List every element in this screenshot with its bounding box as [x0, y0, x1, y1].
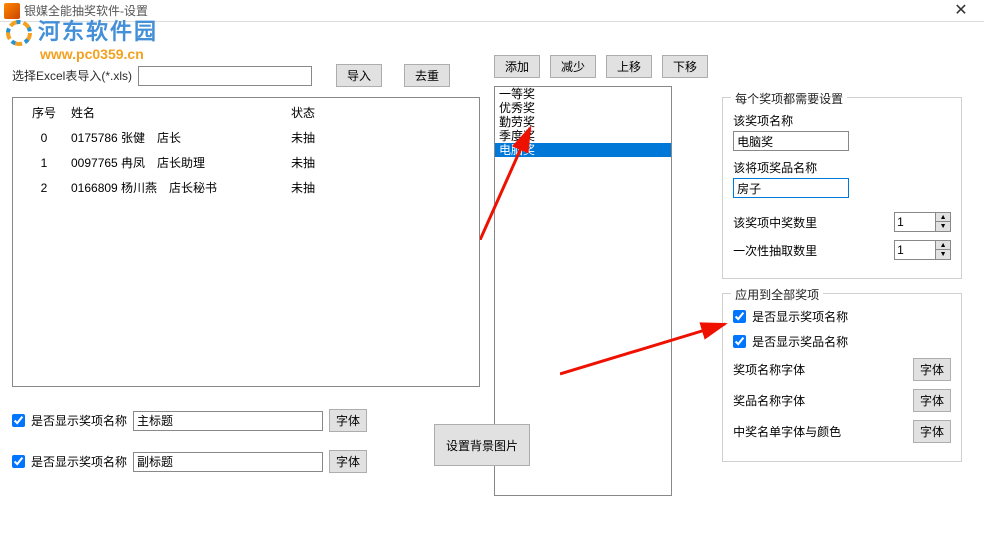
move-down-button[interactable]: 下移 [662, 55, 708, 78]
list-item[interactable]: 电脑奖 [495, 143, 671, 157]
winner-font-label: 中奖名单字体与颜色 [733, 423, 841, 440]
apply-show-prize-name-check[interactable] [733, 310, 746, 323]
winner-font-button[interactable]: 字体 [913, 420, 951, 443]
move-up-button[interactable]: 上移 [606, 55, 652, 78]
per-draw-spinner[interactable]: ▲▼ [894, 240, 951, 260]
table-row[interactable]: 00175786 张健 店长未抽 [19, 125, 473, 150]
prize-name-font-button[interactable]: 字体 [913, 358, 951, 381]
th-name: 姓名 [69, 100, 289, 125]
table-row[interactable]: 20166809 杨川燕 店长秘书未抽 [19, 175, 473, 200]
prize-settings-group: 每个奖项都需要设置 该奖项名称 该将项奖品名称 该奖项中奖数里 ▲▼ 一次性抽取… [722, 97, 962, 279]
th-status: 状态 [289, 100, 473, 125]
table-row[interactable]: 10097765 冉凤 店长助理未抽 [19, 150, 473, 175]
font-button-sub[interactable]: 字体 [329, 450, 367, 473]
list-item[interactable]: 季度奖 [495, 129, 671, 143]
apply-all-legend: 应用到全部奖项 [731, 286, 823, 303]
list-item[interactable]: 优秀奖 [495, 101, 671, 115]
spin-up-icon[interactable]: ▲ [936, 213, 950, 222]
import-label: 选择Excel表导入(*.xls) [12, 67, 132, 84]
spin-up-icon[interactable]: ▲ [936, 241, 950, 250]
item-name-font-button[interactable]: 字体 [913, 389, 951, 412]
sub-title-input[interactable] [133, 452, 323, 472]
apply-show-item-name-label: 是否显示奖品名称 [752, 333, 848, 350]
import-button[interactable]: 导入 [336, 64, 382, 87]
dedup-button[interactable]: 去重 [404, 64, 450, 87]
window-title: 银媒全能抽奖软件-设置 [24, 2, 942, 19]
prize-name-input[interactable] [733, 131, 849, 151]
show-prize-name-label-2: 是否显示奖项名称 [31, 453, 127, 470]
per-draw-label: 一次性抽取数里 [733, 242, 817, 259]
close-button[interactable]: ✕ [942, 0, 980, 22]
prize-name-label: 该奖项名称 [733, 112, 951, 129]
spin-down-icon[interactable]: ▼ [936, 222, 950, 231]
titlebar: 银媒全能抽奖软件-设置 ✕ [0, 0, 984, 22]
font-button-main[interactable]: 字体 [329, 409, 367, 432]
prize-settings-legend: 每个奖项都需要设置 [731, 90, 847, 107]
item-name-font-label: 奖品名称字体 [733, 392, 805, 409]
spin-down-icon[interactable]: ▼ [936, 250, 950, 259]
list-item[interactable]: 一等奖 [495, 87, 671, 101]
prize-item-input[interactable] [733, 178, 849, 198]
th-no: 序号 [19, 100, 69, 125]
show-prize-name-label-1: 是否显示奖项名称 [31, 412, 127, 429]
set-bg-button[interactable]: 设置背景图片 [434, 424, 530, 466]
show-prize-name-check-2[interactable] [12, 455, 25, 468]
remove-button[interactable]: 减少 [550, 55, 596, 78]
prize-item-label: 该将项奖品名称 [733, 159, 951, 176]
import-path-input[interactable] [138, 66, 312, 86]
app-icon [4, 3, 20, 19]
add-button[interactable]: 添加 [494, 55, 540, 78]
apply-show-item-name-check[interactable] [733, 335, 746, 348]
participant-table[interactable]: 序号 姓名 状态 00175786 张健 店长未抽10097765 冉凤 店长助… [12, 97, 480, 387]
prize-count-label: 该奖项中奖数里 [733, 214, 817, 231]
prize-name-font-label: 奖项名称字体 [733, 361, 805, 378]
show-prize-name-check-1[interactable] [12, 414, 25, 427]
apply-show-prize-name-label: 是否显示奖项名称 [752, 308, 848, 325]
main-title-input[interactable] [133, 411, 323, 431]
list-item[interactable]: 勤劳奖 [495, 115, 671, 129]
prize-count-spinner[interactable]: ▲▼ [894, 212, 951, 232]
apply-all-group: 应用到全部奖项 是否显示奖项名称 是否显示奖品名称 奖项名称字体字体 奖品名称字… [722, 293, 962, 462]
